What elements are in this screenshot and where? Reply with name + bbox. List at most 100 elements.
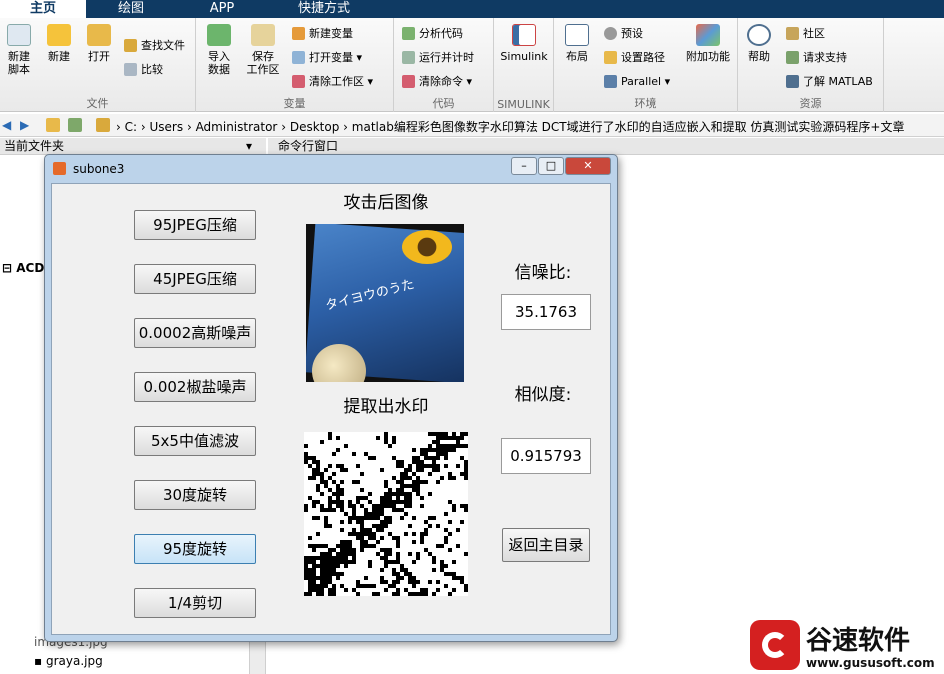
watermark-pixel — [340, 572, 344, 576]
watermark-pixel — [384, 548, 388, 552]
watermark-pixel — [316, 544, 320, 548]
maximize-button[interactable]: □ — [538, 157, 564, 175]
breadcrumb-item[interactable]: matlab编程彩色图像数字水印算法 DCT域进行了水印的自适应嵌入和提取 仿真… — [352, 120, 905, 134]
new-variable-button[interactable]: 新建变量 — [292, 26, 353, 42]
watermark-pixel — [444, 536, 448, 540]
watermark-pixel — [424, 452, 428, 456]
watermark-pixel — [372, 524, 376, 528]
watermark-pixel — [312, 572, 316, 576]
import-data-button[interactable]: 导入 数据 — [204, 24, 234, 76]
request-support-button[interactable]: 请求支持 — [786, 50, 847, 66]
snr-value-field[interactable]: 35.1763 — [501, 294, 591, 330]
find-files-button[interactable]: 查找文件 — [124, 38, 185, 54]
watermark-pixel — [460, 504, 464, 508]
group-resources: 帮助 社区 请求支持 了解 MATLAB 资源 — [738, 18, 884, 112]
watermark-pixel — [320, 592, 324, 596]
watermark-pixel — [316, 468, 320, 472]
watermark-pixel — [336, 556, 340, 560]
breadcrumb-item[interactable]: Desktop — [290, 120, 340, 134]
watermark-pixel — [308, 580, 312, 584]
rotate30-button[interactable]: 30度旋转 — [134, 480, 256, 510]
watermark-pixel — [412, 484, 416, 488]
watermark-pixel — [424, 448, 428, 452]
attacked-image-title: 攻击后图像 — [343, 193, 429, 213]
file-item[interactable]: ▪ graya.jpg — [34, 654, 103, 668]
similarity-value-field[interactable]: 0.915793 — [501, 438, 591, 474]
watermark-pixel — [436, 452, 440, 456]
watermark-pixel — [344, 564, 348, 568]
new-button[interactable]: 新建 — [44, 24, 74, 63]
breadcrumb-item[interactable]: C: — [125, 120, 137, 134]
chevron-down-icon[interactable]: ▾ — [246, 138, 252, 155]
watermark-pixel — [332, 508, 336, 512]
jpeg45-button[interactable]: 45JPEG压缩 — [134, 264, 256, 294]
layout-button[interactable]: 布局 — [562, 24, 592, 63]
breadcrumb[interactable]: › C: › Users › Administrator › Desktop ›… — [116, 118, 904, 135]
tab-apps[interactable]: APP — [178, 0, 266, 18]
watermark-pixel — [444, 448, 448, 452]
watermark-pixel — [316, 472, 320, 476]
back-to-main-button[interactable]: 返回主目录 — [502, 528, 590, 562]
watermark-pixel — [384, 504, 388, 508]
watermark-pixel — [372, 512, 376, 516]
watermark-pixel — [308, 544, 312, 548]
watermark-pixel — [428, 432, 432, 436]
community-button[interactable]: 社区 — [786, 26, 825, 42]
clear-workspace-button[interactable]: 清除工作区 ▾ — [292, 74, 373, 90]
watermark-pixel — [320, 480, 324, 484]
new-script-button[interactable]: 新建 脚本 — [4, 24, 34, 76]
watermark-pixel — [384, 440, 388, 444]
watermark-pixel — [400, 492, 404, 496]
gaussian-noise-button[interactable]: 0.0002高斯噪声 — [134, 318, 256, 348]
simulink-button[interactable]: Simulink — [500, 24, 548, 63]
salt-pepper-noise-button[interactable]: 0.002椒盐噪声 — [134, 372, 256, 402]
median-filter-button[interactable]: 5x5中值滤波 — [134, 426, 256, 456]
back-icon[interactable]: ◀ — [2, 118, 11, 132]
watermark-pixel — [420, 588, 424, 592]
help-button[interactable]: 帮助 — [744, 24, 774, 63]
crop-quarter-button[interactable]: 1/4剪切 — [134, 588, 256, 618]
open-variable-button[interactable]: 打开变量 ▾ — [292, 50, 362, 66]
watermark-pixel — [348, 548, 352, 552]
breadcrumb-item[interactable]: Users — [150, 120, 184, 134]
run-and-time-button[interactable]: 运行并计时 — [402, 50, 474, 66]
tab-shortcuts[interactable]: 快捷方式 — [268, 0, 380, 18]
parallel-button[interactable]: Parallel ▾ — [604, 74, 670, 90]
watermark-pixel — [332, 500, 336, 504]
watermark-pixel — [388, 500, 392, 504]
folder-node[interactable]: ⊟ ACD — [2, 261, 44, 275]
browse-folder-icon[interactable] — [68, 118, 82, 132]
analyze-code-button[interactable]: 分析代码 — [402, 26, 463, 42]
watermark-pixel — [400, 516, 404, 520]
clear-commands-button[interactable]: 清除命令 ▾ — [402, 74, 472, 90]
preferences-button[interactable]: 预设 — [604, 26, 643, 42]
up-folder-icon[interactable] — [46, 118, 60, 132]
watermark-pixel — [332, 568, 336, 572]
watermark-pixel — [464, 588, 468, 592]
jpeg95-button[interactable]: 95JPEG压缩 — [134, 210, 256, 240]
forward-icon[interactable]: ▶ — [20, 118, 29, 132]
minimize-button[interactable]: – — [511, 157, 537, 175]
learn-matlab-button[interactable]: 了解 MATLAB — [786, 74, 873, 90]
path-folder-icon — [604, 51, 617, 64]
watermark-pixel — [460, 444, 464, 448]
open-button[interactable]: 打开 — [84, 24, 114, 63]
watermark-pixel — [420, 540, 424, 544]
compare-button[interactable]: 比较 — [124, 62, 163, 78]
set-path-button[interactable]: 设置路径 — [604, 50, 665, 66]
addons-button[interactable]: 附加功能 — [684, 24, 732, 63]
breadcrumb-item[interactable]: Administrator — [196, 120, 278, 134]
tab-plots[interactable]: 绘图 — [86, 0, 176, 18]
watermark-pixel — [320, 588, 324, 592]
close-button[interactable]: ✕ — [565, 157, 611, 175]
watermark-pixel — [356, 496, 360, 500]
watermark-pixel — [424, 456, 428, 460]
watermark-pixel — [312, 564, 316, 568]
watermark-pixel — [360, 540, 364, 544]
tab-home[interactable]: 主页 — [0, 0, 86, 18]
watermark-pixel — [448, 500, 452, 504]
rotate95-button[interactable]: 95度旋转 — [134, 534, 256, 564]
watermark-pixel — [432, 440, 436, 444]
watermark-pixel — [340, 548, 344, 552]
save-workspace-button[interactable]: 保存 工作区 — [244, 24, 282, 76]
